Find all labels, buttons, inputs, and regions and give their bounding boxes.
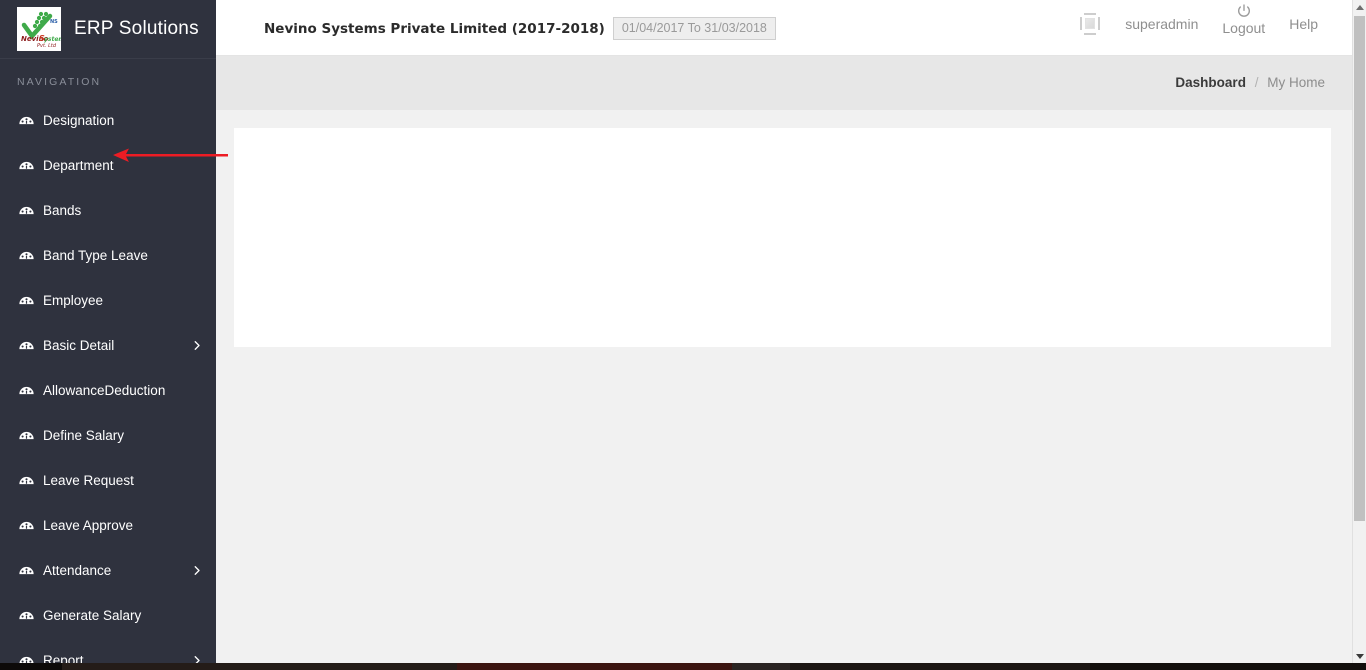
breadcrumb-parent[interactable]: Dashboard [1175,75,1246,90]
nevino-logo-svg: NS Nevino S ystem Pvt. Ltd [17,7,61,51]
erp-application-window: NS Nevino S ystem Pvt. Ltd ERP Solutions… [0,0,1366,670]
sidebar-item-allowancededuction[interactable]: AllowanceDeduction [0,368,216,413]
page-scrollbar[interactable] [1352,0,1366,663]
power-icon [1237,4,1250,17]
dashboard-icon [17,607,35,625]
username-label: superadmin [1125,16,1199,32]
dashboard-icon-svg [19,657,33,663]
dashboard-icon [17,517,35,535]
dashboard-icon [17,112,35,130]
scroll-down-arrow-icon[interactable] [1353,649,1366,663]
brand-header[interactable]: NS Nevino S ystem Pvt. Ltd ERP Solutions [0,0,216,59]
dashboard-icon-svg [18,296,34,305]
dashboard-icon [17,382,35,400]
chevron-right-icon [193,340,202,351]
sidebar-item-leave-request[interactable]: Leave Request [0,458,216,503]
sidebar-item-basic-detail[interactable]: Basic Detail [0,323,216,368]
dashboard-content-card [234,128,1331,347]
chevron-right-icon [193,655,202,663]
dashboard-icon [17,337,35,355]
sidebar-item-label: Report [43,653,84,663]
logout-label: Logout [1222,20,1266,36]
nav-section-heading: NAVIGATION [17,76,102,88]
sidebar-item-label: Basic Detail [43,338,115,353]
sidebar-item-label: Define Salary [43,428,125,443]
dashboard-icon-svg [18,431,34,440]
financial-year-field[interactable]: 01/04/2017 To 31/03/2018 [612,17,776,40]
sidebar-item-generate-salary[interactable]: Generate Salary [0,593,216,638]
sidebar-item-attendance[interactable]: Attendance [0,548,216,593]
breadcrumb-current: My Home [1267,75,1325,90]
sidebar-item-label: Attendance [43,563,112,578]
help-button[interactable]: Help [1277,0,1330,32]
sidebar-item-label: Employee [43,293,104,308]
sidebar-item-leave-approve[interactable]: Leave Approve [0,503,216,548]
header-right-actions: superadmin Logout Help [1067,0,1330,56]
logout-button[interactable]: Logout [1210,0,1277,36]
sidebar-item-label: Band Type Leave [43,248,148,263]
company-info-block: Nevino Systems Private Limited (2017-201… [264,17,776,40]
dashboard-icon-svg [18,251,34,260]
brand-title: ERP Solutions [74,18,199,39]
scroll-up-arrow-icon[interactable] [1353,0,1366,14]
dashboard-icon-svg [18,116,34,125]
dashboard-icon-svg [18,341,34,350]
svg-text:Pvt. Ltd: Pvt. Ltd [37,43,57,49]
sidebar-item-band-type-leave[interactable]: Band Type Leave [0,233,216,278]
sidebar-item-designation[interactable]: Designation [0,98,216,143]
sidebar-nav-list: Designation Department Bands Band Type Leav… [0,98,216,663]
os-taskbar[interactable] [0,663,1366,670]
dashboard-icon-svg [18,566,34,575]
company-logo-icon: NS Nevino S ystem Pvt. Ltd [17,7,61,51]
breadcrumb: Dashboard / My Home [1175,75,1325,90]
svg-text:ystem: ystem [44,36,61,43]
sidebar: NS Nevino S ystem Pvt. Ltd ERP Solutions… [0,0,216,663]
help-label: Help [1289,16,1318,32]
top-header: Nevino Systems Private Limited (2017-201… [216,0,1352,56]
dashboard-icon [17,157,35,175]
svg-text:NS: NS [50,19,58,25]
dashboard-icon [17,652,35,663]
dashboard-icon-svg [18,161,34,170]
broken-image-icon [1079,11,1101,37]
dashboard-icon-svg [18,611,34,620]
breadcrumb-bar: Dashboard / My Home [216,56,1352,110]
sidebar-item-employee[interactable]: Employee [0,278,216,323]
sidebar-item-bands[interactable]: Bands [0,188,216,233]
dashboard-icon-svg [18,206,34,215]
dashboard-icon [17,247,35,265]
username-item[interactable]: superadmin [1113,0,1210,32]
dashboard-icon-svg [18,476,34,485]
content-area [216,110,1352,663]
scrollbar-thumb[interactable] [1354,16,1365,521]
dashboard-icon [17,472,35,490]
dashboard-icon [17,562,35,580]
sidebar-item-label: Leave Approve [43,518,134,533]
dashboard-icon [17,292,35,310]
company-name: Nevino Systems Private Limited (2017-201… [264,20,605,37]
sidebar-item-report[interactable]: Report [0,638,216,663]
dashboard-icon-svg [18,521,34,530]
breadcrumb-separator: / [1254,75,1259,90]
dashboard-icon-svg [18,386,34,395]
user-account-item[interactable] [1067,0,1113,37]
chevron-right-icon [193,565,202,576]
sidebar-item-label: Designation [43,113,115,128]
dashboard-icon [17,202,35,220]
sidebar-item-label: Bands [43,203,82,218]
sidebar-item-department[interactable]: Department [0,143,216,188]
sidebar-item-label: Department [43,158,114,173]
sidebar-item-label: AllowanceDeduction [43,383,166,398]
sidebar-item-label: Generate Salary [43,608,142,623]
sidebar-item-label: Leave Request [43,473,134,488]
sidebar-item-define-salary[interactable]: Define Salary [0,413,216,458]
dashboard-icon [17,427,35,445]
